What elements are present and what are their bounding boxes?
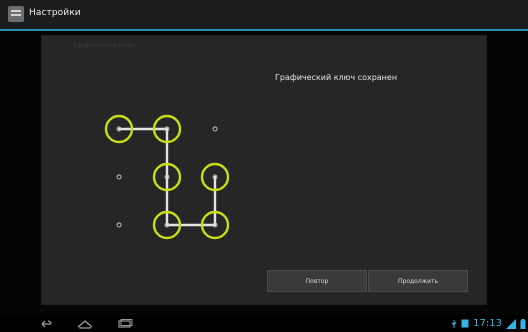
pattern-node[interactable] bbox=[212, 126, 218, 132]
settings-app-icon[interactable] bbox=[8, 6, 24, 22]
back-icon[interactable] bbox=[36, 318, 56, 329]
retry-button[interactable]: Повтор bbox=[267, 270, 367, 292]
system-navigation-bar: 17:13 bbox=[0, 315, 528, 332]
unlock-pattern-grid[interactable] bbox=[42, 36, 486, 304]
app-title: Настройки bbox=[29, 8, 81, 18]
pattern-dialog: Графический ключ Графический ключ сохран… bbox=[42, 36, 486, 304]
pattern-node[interactable] bbox=[116, 222, 122, 228]
battery-icon bbox=[520, 318, 526, 329]
wifi-icon bbox=[506, 318, 516, 329]
clock: 17:13 bbox=[473, 318, 502, 329]
recent-apps-icon[interactable] bbox=[115, 318, 135, 329]
status-area[interactable]: 17:13 bbox=[451, 317, 526, 330]
home-icon[interactable] bbox=[75, 318, 95, 329]
usb-icon bbox=[451, 319, 457, 328]
pattern-path bbox=[117, 127, 217, 227]
action-bar: Настройки bbox=[0, 0, 528, 31]
pattern-node[interactable] bbox=[116, 174, 122, 180]
continue-button[interactable]: Продолжить bbox=[368, 270, 468, 292]
sd-card-icon bbox=[461, 319, 469, 328]
